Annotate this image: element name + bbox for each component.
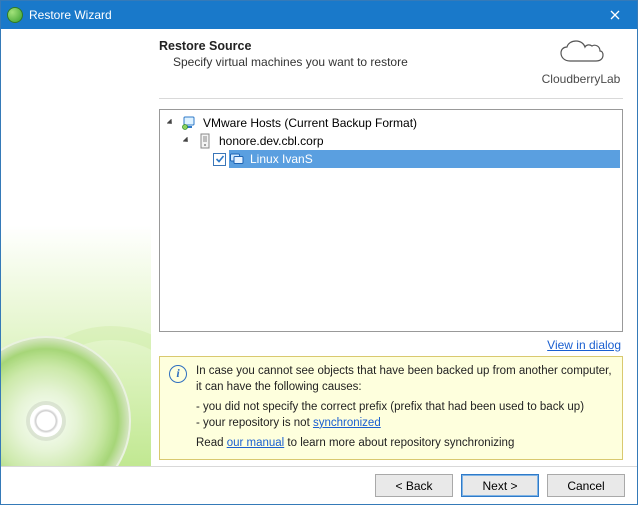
- view-in-dialog-row: View in dialog: [159, 332, 623, 356]
- page-heading: Restore Source: [159, 39, 539, 53]
- close-icon: [610, 10, 620, 20]
- expander-icon[interactable]: [166, 118, 177, 129]
- app-icon: [7, 7, 23, 23]
- cloud-icon: [558, 39, 604, 67]
- tree-node-vm[interactable]: Linux IvanS: [160, 150, 622, 168]
- host-icon: [197, 133, 213, 149]
- cancel-button[interactable]: Cancel: [547, 474, 625, 497]
- info-read: Read our manual to learn more about repo…: [196, 435, 614, 451]
- info-icon: i: [168, 363, 188, 451]
- vm-checkbox[interactable]: [213, 153, 226, 166]
- window-title: Restore Wizard: [29, 8, 593, 22]
- expander-icon[interactable]: [182, 136, 193, 147]
- wizard-body: Restore Source Specify virtual machines …: [1, 29, 637, 466]
- info-cause2: - your repository is not synchronized: [196, 415, 614, 431]
- view-in-dialog-link[interactable]: View in dialog: [547, 338, 621, 352]
- tree-label-host: honore.dev.cbl.corp: [217, 134, 326, 148]
- side-banner: [1, 29, 151, 466]
- header-divider: [159, 98, 623, 99]
- vm-icon: [229, 151, 245, 167]
- page-subheading: Specify virtual machines you want to res…: [173, 55, 539, 69]
- tree-label-vm: Linux IvanS: [248, 152, 315, 166]
- tree-label-root: VMware Hosts (Current Backup Format): [201, 116, 419, 130]
- our-manual-link[interactable]: our manual: [227, 437, 285, 449]
- page-header: Restore Source Specify virtual machines …: [159, 39, 623, 86]
- info-box: i In case you cannot see objects that ha…: [159, 356, 623, 460]
- tree-node-vmware-hosts[interactable]: VMware Hosts (Current Backup Format): [160, 114, 622, 132]
- vm-tree[interactable]: VMware Hosts (Current Backup Format): [159, 109, 623, 332]
- content-area: Restore Source Specify virtual machines …: [151, 29, 637, 466]
- button-bar: < Back Next > Cancel: [1, 466, 637, 504]
- close-button[interactable]: [593, 1, 637, 29]
- next-button[interactable]: Next >: [461, 474, 539, 497]
- vmware-hosts-icon: [181, 115, 197, 131]
- info-line1: In case you cannot see objects that have…: [196, 363, 614, 395]
- synchronized-link[interactable]: synchronized: [313, 417, 381, 429]
- tree-node-host[interactable]: honore.dev.cbl.corp: [160, 132, 622, 150]
- brand-logo: CloudberryLab: [539, 39, 623, 86]
- info-cause1: - you did not specify the correct prefix…: [196, 399, 614, 415]
- back-button[interactable]: < Back: [375, 474, 453, 497]
- brand-label: CloudberryLab: [539, 72, 623, 86]
- title-bar: Restore Wizard: [1, 1, 637, 29]
